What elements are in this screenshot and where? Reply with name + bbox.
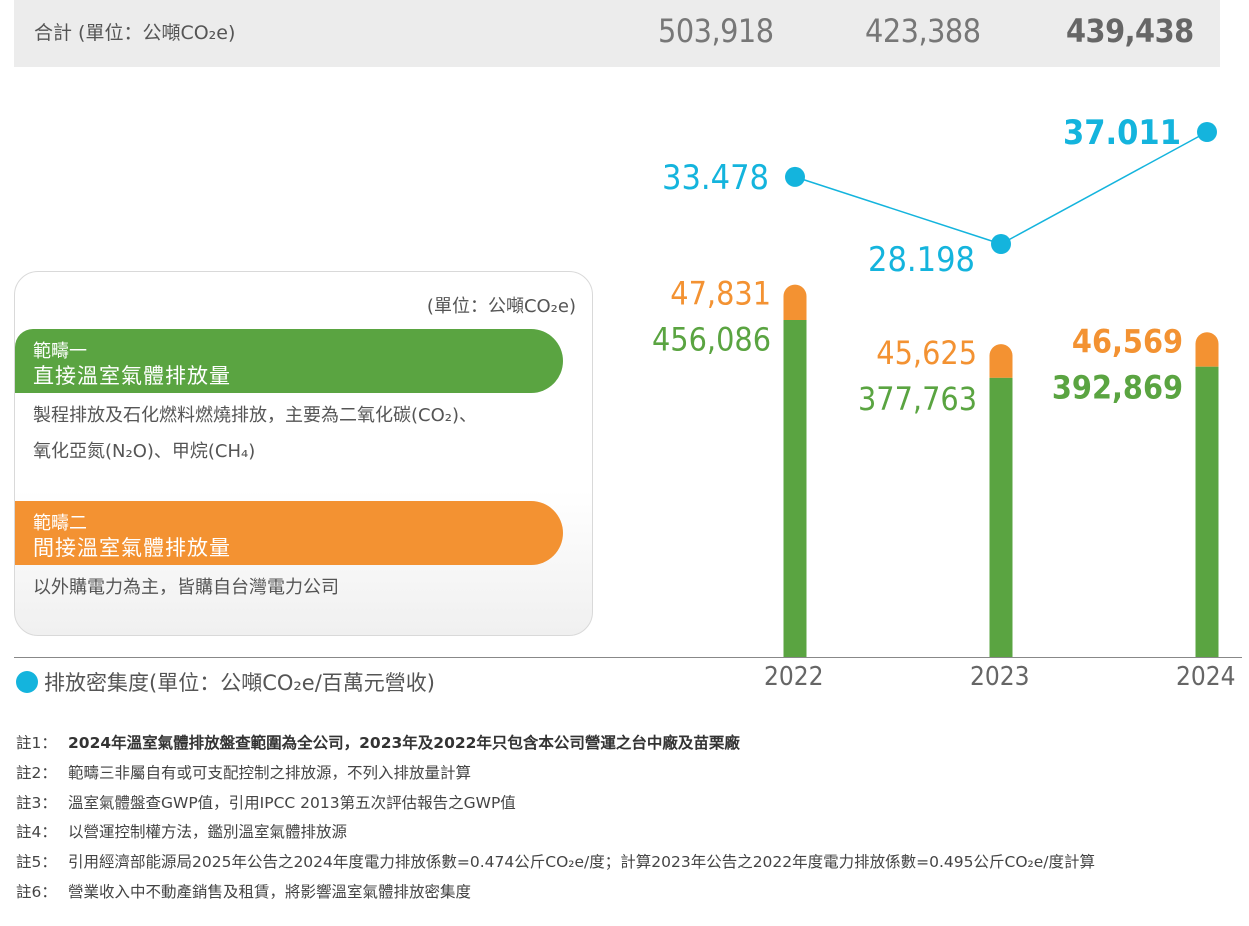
footnote: 註3： 溫室氣體盤查GWP值，引用IPCC 2013第五次評估報告之GWP值 bbox=[16, 793, 516, 812]
footnote: 註6： 營業收入中不動產銷售及租賃，將影響溫室氣體排放密集度 bbox=[16, 882, 472, 901]
bar-scope1-2022 bbox=[783, 320, 807, 657]
label-scope2-2022: 47,831 bbox=[670, 275, 771, 313]
bar-scope2-2022 bbox=[783, 284, 807, 320]
x-axis-line bbox=[14, 657, 1242, 658]
bar-scope2-2024 bbox=[1195, 332, 1219, 367]
intensity-label-2023: 28.198 bbox=[868, 240, 975, 280]
year-label-2024: 2024 bbox=[1176, 662, 1236, 692]
label-scope1-2022: 456,086 bbox=[652, 321, 771, 359]
footnote: 註4： 以營運控制權方法，鑑別溫室氣體排放源 bbox=[16, 823, 348, 842]
year-label-2023: 2023 bbox=[970, 662, 1030, 692]
intensity-point-2022 bbox=[785, 166, 805, 187]
bar-scope2-2023 bbox=[989, 344, 1013, 378]
intensity-legend: 排放密集度(單位：公噸CO₂e/百萬元營收) bbox=[16, 667, 435, 697]
intensity-point-2024 bbox=[1197, 122, 1217, 142]
intensity-legend-label: 排放密集度(單位：公噸CO₂e/百萬元營收) bbox=[44, 671, 435, 695]
intensity-label-2022: 33.478 bbox=[662, 158, 769, 198]
label-scope2-2024: 46,569 bbox=[1072, 322, 1183, 360]
bar-scope1-2024 bbox=[1195, 366, 1219, 657]
intensity-legend-dot bbox=[16, 671, 38, 693]
footnote: 註2： 範疇三非屬自有或可支配控制之排放源，不列入排放量計算 bbox=[16, 763, 472, 782]
year-label-2022: 2022 bbox=[764, 662, 824, 692]
footnote: 註1： 2024年溫室氣體排放盤查範圍為全公司，2023年及2022年只包含本公司… bbox=[16, 734, 740, 752]
label-scope2-2023: 45,625 bbox=[876, 334, 977, 372]
intensity-point-2023 bbox=[991, 234, 1011, 254]
bar-scope1-2023 bbox=[989, 377, 1013, 657]
label-scope1-2023: 377,763 bbox=[858, 380, 977, 418]
intensity-label-2024: 37.011 bbox=[1063, 113, 1181, 153]
label-scope1-2024: 392,869 bbox=[1052, 368, 1183, 406]
footnotes: 註1： 2024年溫室氣體排放盤查範圍為全公司，2023年及2022年只包含本公司… bbox=[16, 731, 1095, 910]
footnote: 註5： 引用經濟部能源局2025年公告之2024年度電力排放係數=0.474公斤C… bbox=[16, 853, 1095, 872]
